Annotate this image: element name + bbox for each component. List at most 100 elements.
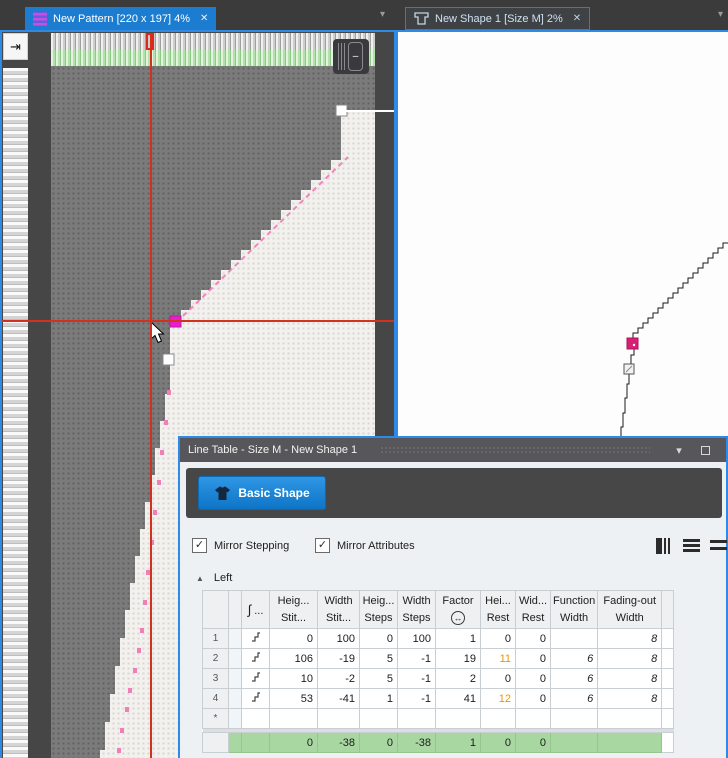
- line-table-titlebar[interactable]: Line Table - Size M - New Shape 1 ▾ ✕: [180, 438, 726, 462]
- cell[interactable]: 0: [516, 669, 551, 689]
- cell[interactable]: [398, 709, 436, 729]
- cell[interactable]: [318, 709, 360, 729]
- cell[interactable]: 1: [360, 689, 398, 709]
- cell[interactable]: -1: [398, 689, 436, 709]
- column-ruler[interactable]: [51, 33, 375, 50]
- cell[interactable]: 8: [598, 629, 662, 649]
- cell[interactable]: [551, 709, 598, 729]
- cell[interactable]: [598, 709, 662, 729]
- cell[interactable]: 0: [481, 669, 516, 689]
- col-fading-out-width[interactable]: Fading-outWidth: [598, 591, 662, 629]
- cell[interactable]: 6: [551, 649, 598, 669]
- tab-close-icon[interactable]: ✕: [200, 13, 208, 24]
- row-marker-cell[interactable]: [229, 689, 242, 709]
- cell[interactable]: 12: [481, 689, 516, 709]
- tab-new-shape[interactable]: New Shape 1 [Size M] 2% ✕: [405, 7, 590, 30]
- row-number[interactable]: 1: [203, 629, 229, 649]
- cell[interactable]: 100: [318, 629, 360, 649]
- new-row-marker[interactable]: *: [203, 709, 229, 729]
- cell[interactable]: 19: [436, 649, 481, 669]
- col-height-stitches[interactable]: Heig...Stit...: [270, 591, 318, 629]
- cell[interactable]: 8: [598, 669, 662, 689]
- collapse-window-icon[interactable]: ▾: [668, 438, 690, 462]
- list-view-icon[interactable]: [683, 538, 700, 554]
- cell[interactable]: 5: [360, 669, 398, 689]
- cell[interactable]: [481, 709, 516, 729]
- yarn-color-bar[interactable]: [51, 50, 375, 66]
- cell[interactable]: 0: [360, 629, 398, 649]
- row-marker-cell[interactable]: [229, 649, 242, 669]
- col-width-steps[interactable]: WidthSteps: [398, 591, 436, 629]
- row-ruler[interactable]: [3, 68, 28, 758]
- navigator-control[interactable]: –: [333, 39, 369, 74]
- cell[interactable]: 8: [598, 649, 662, 669]
- cell[interactable]: 41: [436, 689, 481, 709]
- col-factor[interactable]: Factor↔: [436, 591, 481, 629]
- col-width-rest[interactable]: Wid...Rest: [516, 591, 551, 629]
- step-type-cell[interactable]: [242, 649, 270, 669]
- col-height-steps[interactable]: Heig...Steps: [360, 591, 398, 629]
- cell[interactable]: -19: [318, 649, 360, 669]
- cell[interactable]: 5: [360, 649, 398, 669]
- row-number[interactable]: 3: [203, 669, 229, 689]
- basic-shape-button[interactable]: Basic Shape: [198, 476, 326, 510]
- col-height-rest[interactable]: Hei...Rest: [481, 591, 516, 629]
- cell[interactable]: 0: [270, 629, 318, 649]
- cell[interactable]: 6: [551, 669, 598, 689]
- selected-shape-point[interactable]: [627, 338, 638, 349]
- mirror-attributes-checkbox[interactable]: ✓: [315, 538, 330, 553]
- cell[interactable]: [551, 629, 598, 649]
- cell[interactable]: 106: [270, 649, 318, 669]
- col-function[interactable]: ∫ ...: [242, 591, 270, 629]
- step-type-cell[interactable]: [242, 709, 270, 729]
- shape-handle-mid[interactable]: [163, 354, 174, 365]
- row-marker-cell[interactable]: [229, 709, 242, 729]
- cell[interactable]: 0: [481, 629, 516, 649]
- cell[interactable]: [436, 709, 481, 729]
- cell[interactable]: [360, 709, 398, 729]
- step-type-cell[interactable]: [242, 669, 270, 689]
- col-blank[interactable]: [229, 591, 242, 629]
- section-header-left[interactable]: ▲ Left: [196, 572, 232, 584]
- col-rownum[interactable]: [203, 591, 229, 629]
- cell[interactable]: -2: [318, 669, 360, 689]
- cell[interactable]: 53: [270, 689, 318, 709]
- cell[interactable]: 100: [398, 629, 436, 649]
- col-width-stitches[interactable]: WidthStit...: [318, 591, 360, 629]
- cell[interactable]: 0: [516, 689, 551, 709]
- collapse-section-icon[interactable]: ▲: [196, 574, 204, 583]
- tab-close-icon[interactable]: ✕: [573, 13, 581, 24]
- zoom-slider[interactable]: –: [348, 42, 363, 71]
- mirror-stepping-checkbox[interactable]: ✓: [192, 538, 207, 553]
- step-type-cell[interactable]: [242, 689, 270, 709]
- row-number[interactable]: 4: [203, 689, 229, 709]
- cell[interactable]: 1: [436, 629, 481, 649]
- cell[interactable]: 11: [481, 649, 516, 669]
- cell[interactable]: -1: [398, 669, 436, 689]
- row-marker-cell[interactable]: [229, 629, 242, 649]
- cell[interactable]: 10: [270, 669, 318, 689]
- row-marker-cell[interactable]: [229, 669, 242, 689]
- cell[interactable]: [270, 709, 318, 729]
- col-function-width[interactable]: FunctionWidth: [551, 591, 598, 629]
- cell[interactable]: -1: [398, 649, 436, 669]
- mirror-stepping-label: Mirror Stepping: [214, 540, 289, 552]
- cell[interactable]: 8: [598, 689, 662, 709]
- dock-panel-button[interactable]: ⇥: [3, 33, 28, 60]
- maximize-window-icon[interactable]: [694, 438, 716, 462]
- cell[interactable]: 2: [436, 669, 481, 689]
- cell[interactable]: -41: [318, 689, 360, 709]
- compact-view-icon[interactable]: [710, 538, 727, 554]
- cell[interactable]: 0: [516, 629, 551, 649]
- tab-new-pattern[interactable]: New Pattern [220 x 197] 4% ✕: [25, 7, 216, 30]
- cell[interactable]: [516, 709, 551, 729]
- zoom-minus-icon[interactable]: –: [353, 51, 359, 62]
- cell[interactable]: 0: [516, 649, 551, 669]
- cell[interactable]: 6: [551, 689, 598, 709]
- close-window-icon[interactable]: ✕: [720, 438, 728, 462]
- tab-overflow-icon[interactable]: ▾: [718, 9, 723, 20]
- column-view-icon[interactable]: [656, 538, 673, 554]
- row-number[interactable]: 2: [203, 649, 229, 669]
- step-type-cell[interactable]: [242, 629, 270, 649]
- tab-overflow-icon[interactable]: ▾: [380, 9, 385, 20]
